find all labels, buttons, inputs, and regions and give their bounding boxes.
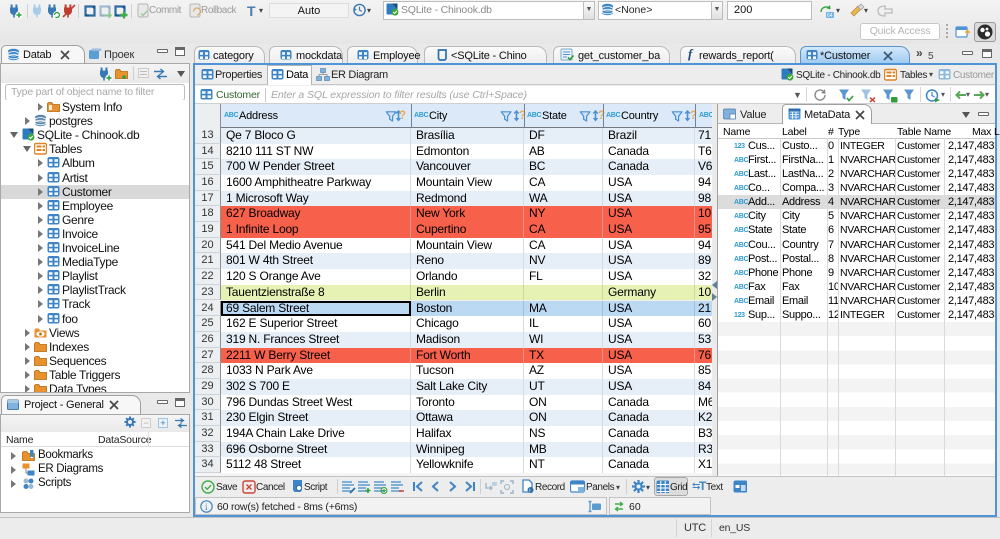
svg-text:i: i (529, 488, 530, 494)
svg-text:i: i (205, 502, 208, 512)
svg-text:64: 64 (827, 13, 833, 19)
